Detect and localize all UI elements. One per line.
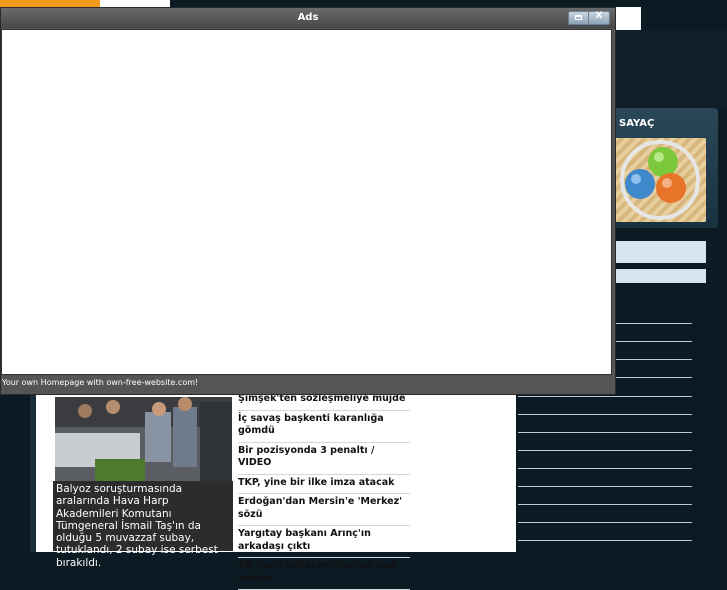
sidebar-divider [518, 468, 692, 469]
news-photo-image [55, 397, 232, 481]
headline-link[interactable]: AK Parti milletvekillerine taşlı saldırı [238, 558, 410, 590]
window-controls: X [568, 11, 610, 25]
ads-content-area[interactable] [1, 29, 612, 375]
colored-balls-icon [620, 140, 700, 220]
ads-title: Ads [297, 12, 319, 23]
sidebar-divider [518, 504, 692, 505]
sidebar-divider [518, 486, 692, 487]
close-button[interactable]: X [589, 11, 609, 23]
headline-link[interactable]: Erdoğan'dan Mersin'e 'Merkez' sözü [238, 494, 410, 526]
counter-image [614, 138, 706, 222]
counter-label: SAYAÇ [619, 118, 655, 129]
headline-link[interactable]: Bir pozisyonda 3 penaltı / VIDEO [238, 443, 410, 475]
sidebar-divider [518, 540, 692, 541]
news-photo-caption[interactable]: Balyoz soruşturmasında aralarında Hava H… [53, 481, 233, 569]
headline-list: Şimşek'ten sözleşmeliye müjde İç savaş b… [238, 391, 410, 590]
right-header-area [612, 30, 727, 110]
sidebar-divider [612, 377, 692, 378]
ads-footer-link[interactable]: Your own Homepage with own-free-website.… [2, 378, 198, 387]
ads-popup-window[interactable]: Ads X Your own Homepage with own-free-we… [0, 7, 616, 395]
sidebar-bar [612, 241, 706, 263]
sidebar-divider [612, 359, 692, 360]
maximize-button[interactable] [569, 12, 589, 24]
headline-link[interactable]: TKP, yine bir ilke imza atacak [238, 475, 410, 494]
sidebar-bar [612, 269, 706, 283]
sidebar-divider [518, 414, 692, 415]
headline-link[interactable]: Yargıtay başkanı Arınç'ın arkadaşı çıktı [238, 526, 410, 558]
ads-titlebar[interactable]: Ads X [1, 8, 615, 28]
sidebar-divider [518, 450, 692, 451]
sidebar-divider [518, 432, 692, 433]
sidebar-divider [518, 522, 692, 523]
sidebar-divider [612, 341, 692, 342]
sidebar-divider [518, 396, 692, 397]
news-photo[interactable] [55, 397, 232, 481]
sidebar-divider [612, 323, 692, 324]
headline-link[interactable]: İç savaş başkenti karanlığa gömdü [238, 411, 410, 443]
